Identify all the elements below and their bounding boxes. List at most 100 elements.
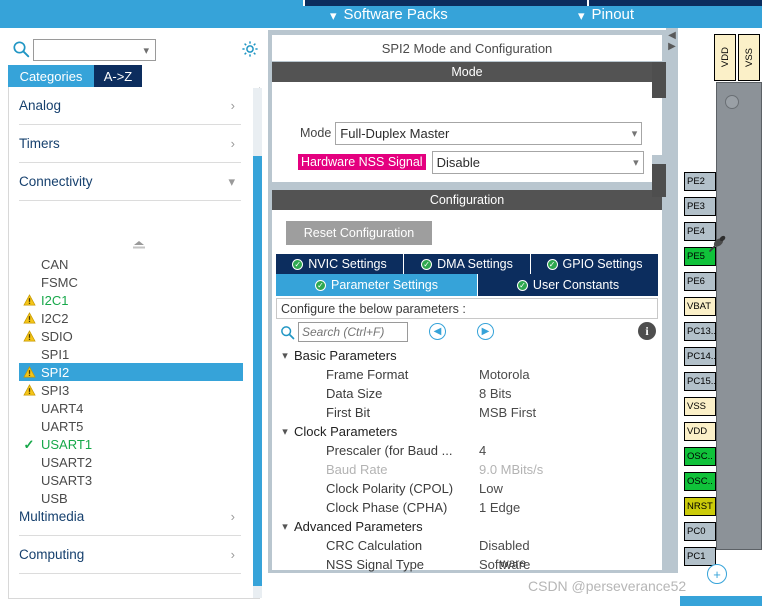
peripheral-item-uart4[interactable]: UART4	[19, 399, 243, 417]
peripheral-item-spi1[interactable]: SPI1	[19, 345, 243, 363]
parameter-row[interactable]: Data Size 8 Bits	[276, 384, 658, 403]
peripheral-item-label: I2C1	[41, 292, 69, 308]
sidebar-group-multimedia[interactable]: Multimedia ›	[19, 498, 241, 536]
warning-icon	[19, 294, 39, 306]
zoom-in-icon[interactable]: +	[707, 564, 727, 584]
sidebar-search-row: ▾	[0, 34, 267, 64]
check-icon: ✓	[23, 436, 35, 452]
sidebar-group-analog[interactable]: Analog ›	[19, 87, 241, 125]
peripheral-item-spi2[interactable]: SPI2	[19, 363, 243, 381]
mode-select[interactable]: Full-Duplex Master ▾	[335, 121, 643, 145]
parameter-name: Prescaler (for Baud ...	[326, 443, 453, 458]
chevron-right-circle-icon[interactable]: ▶	[477, 323, 494, 340]
chip-pin-vdd[interactable]: VDD	[684, 422, 716, 441]
sidebar-group-connectivity[interactable]: Connectivity ▾	[19, 163, 241, 201]
chip-pin-pe3[interactable]: PE3	[684, 197, 716, 216]
peripheral-item-fsmc[interactable]: FSMC	[19, 273, 243, 291]
chevron-down-icon: ▾	[143, 44, 149, 57]
tree-scroll-up-handle[interactable]	[131, 237, 147, 249]
tab-user-constants[interactable]: ✓ User Constants	[478, 274, 658, 296]
parameter-value[interactable]: 1 Edge	[479, 500, 520, 515]
parameter-row[interactable]: Frame Format Motorola	[276, 365, 658, 384]
parameter-row[interactable]: First Bit MSB First	[276, 403, 658, 422]
sidebar-group-timers[interactable]: Timers ›	[19, 125, 241, 163]
parameter-value[interactable]: 9.0 MBits/s	[479, 462, 543, 477]
peripheral-item-uart5[interactable]: UART5	[19, 417, 243, 435]
parameter-value[interactable]: MSB First	[479, 405, 536, 420]
peripheral-item-usart2[interactable]: USART2	[19, 453, 243, 471]
chip-pin-pe2[interactable]: PE2	[684, 172, 716, 191]
sidebar-scrollbar-thumb[interactable]	[253, 156, 262, 586]
app-window: ▾ Software Packs ▾ Pinout ▾ Categories A…	[0, 0, 762, 606]
tab-a-to-z[interactable]: A->Z	[94, 65, 142, 87]
chip-pin-vbat[interactable]: VBAT	[684, 297, 716, 316]
reset-configuration-button[interactable]: Reset Configuration	[286, 221, 432, 245]
chip-pin-pc1[interactable]: PC1	[684, 547, 716, 566]
parameter-row[interactable]: CRC Calculation Disabled	[276, 536, 658, 555]
hardware-nss-select[interactable]: Disable ▾	[431, 150, 644, 174]
peripheral-item-usart3[interactable]: USART3	[19, 471, 243, 489]
parameter-value[interactable]: Disabled	[479, 538, 530, 553]
software-packs-menu[interactable]: ▾ Software Packs	[330, 4, 448, 26]
tab-categories[interactable]: Categories	[8, 65, 94, 87]
peripheral-item-sdio[interactable]: SDIO	[19, 327, 243, 345]
chip-pin-pc0[interactable]: PC0	[684, 522, 716, 541]
peripheral-item-i2c2[interactable]: I2C2	[19, 309, 243, 327]
panel-splitter[interactable]	[666, 28, 678, 573]
chip-pin-pc14[interactable]: PC14..	[684, 347, 716, 366]
search-input[interactable]: ▾	[33, 39, 156, 61]
parameter-value[interactable]: 4	[479, 443, 486, 458]
peripheral-item-label: USART3	[41, 472, 93, 488]
parameter-group-label: Basic Parameters	[294, 348, 397, 363]
chip-pin-nrst[interactable]: NRST	[684, 497, 716, 516]
hardware-nss-field-row: Hardware NSS Signal Disable ▾	[298, 150, 644, 174]
chip-pin-pc13[interactable]: PC13..	[684, 322, 716, 341]
parameter-search-input[interactable]	[298, 322, 408, 342]
info-icon[interactable]: i	[638, 322, 656, 340]
parameter-group-row[interactable]: ▾ Advanced Parameters	[276, 517, 658, 536]
sidebar-group-computing[interactable]: Computing ›	[19, 536, 241, 574]
chip-pin-osc[interactable]: OSC..	[684, 447, 716, 466]
splitter-marker-upper	[652, 62, 666, 98]
tab-dma-settings[interactable]: ✓ DMA Settings	[404, 254, 530, 274]
pinout-label: Pinout	[591, 6, 635, 23]
sidebar-group-analog-label: Analog	[19, 98, 62, 113]
splitter-collapse-arrows[interactable]: ◀ ▶	[666, 30, 678, 64]
parameter-value[interactable]: 8 Bits	[479, 386, 512, 401]
peripheral-item-label: USART1	[41, 436, 93, 452]
peripheral-item-label: SDIO	[41, 328, 73, 344]
chip-pin-vss[interactable]: VSS	[738, 34, 760, 81]
tab-gpio-settings[interactable]: ✓ GPIO Settings	[531, 254, 658, 274]
parameter-row[interactable]: Baud Rate 9.0 MBits/s	[276, 460, 658, 479]
peripheral-item-spi3[interactable]: SPI3	[19, 381, 243, 399]
configuration-section-header: Configuration	[272, 190, 662, 210]
tab-parameter-settings[interactable]: ✓ Parameter Settings	[276, 274, 477, 296]
parameter-name: NSS Signal Type	[326, 557, 425, 572]
parameter-group-row[interactable]: ▾ Clock Parameters	[276, 422, 658, 441]
parameter-name: First Bit	[326, 405, 371, 420]
peripheral-item-usart1[interactable]: ✓ USART1	[19, 435, 243, 453]
tab-nvic-settings[interactable]: ✓ NVIC Settings	[276, 254, 403, 274]
chevron-left-circle-icon[interactable]: ◀	[429, 323, 446, 340]
chip-pinout-view: VDD VSS PE2 PE3 PE4 PE5 PE6 VBAT PC13.. PC14.. P…	[678, 28, 762, 573]
gear-icon[interactable]	[240, 39, 260, 59]
parameter-row[interactable]: NSS Signal Type Software	[276, 555, 658, 574]
peripheral-item-can[interactable]: CAN	[19, 255, 243, 273]
peripheral-item-i2c1[interactable]: I2C1	[19, 291, 243, 309]
chip-pin-pe6[interactable]: PE6	[684, 272, 716, 291]
peripheral-item-label: I2C2	[41, 310, 69, 326]
check-circle-icon: ✓	[546, 258, 558, 270]
top-bar-left-fill	[0, 0, 300, 28]
parameter-name: Baud Rate	[326, 462, 388, 477]
chip-pin-vdd[interactable]: VDD	[714, 34, 736, 81]
pinout-menu[interactable]: ▾ Pinout	[578, 4, 634, 26]
parameter-row[interactable]: Clock Polarity (CPOL) Low	[276, 479, 658, 498]
parameter-row[interactable]: Prescaler (for Baud ... 4	[276, 441, 658, 460]
parameter-row[interactable]: Clock Phase (CPHA) 1 Edge	[276, 498, 658, 517]
chip-pin-osc[interactable]: OSC..	[684, 472, 716, 491]
parameter-value[interactable]: Low	[479, 481, 503, 496]
chip-pin-pc15[interactable]: PC15..	[684, 372, 716, 391]
chip-pin-vss[interactable]: VSS	[684, 397, 716, 416]
parameter-group-row[interactable]: ▾ Basic Parameters	[276, 346, 658, 365]
parameter-value[interactable]: Motorola	[479, 367, 530, 382]
